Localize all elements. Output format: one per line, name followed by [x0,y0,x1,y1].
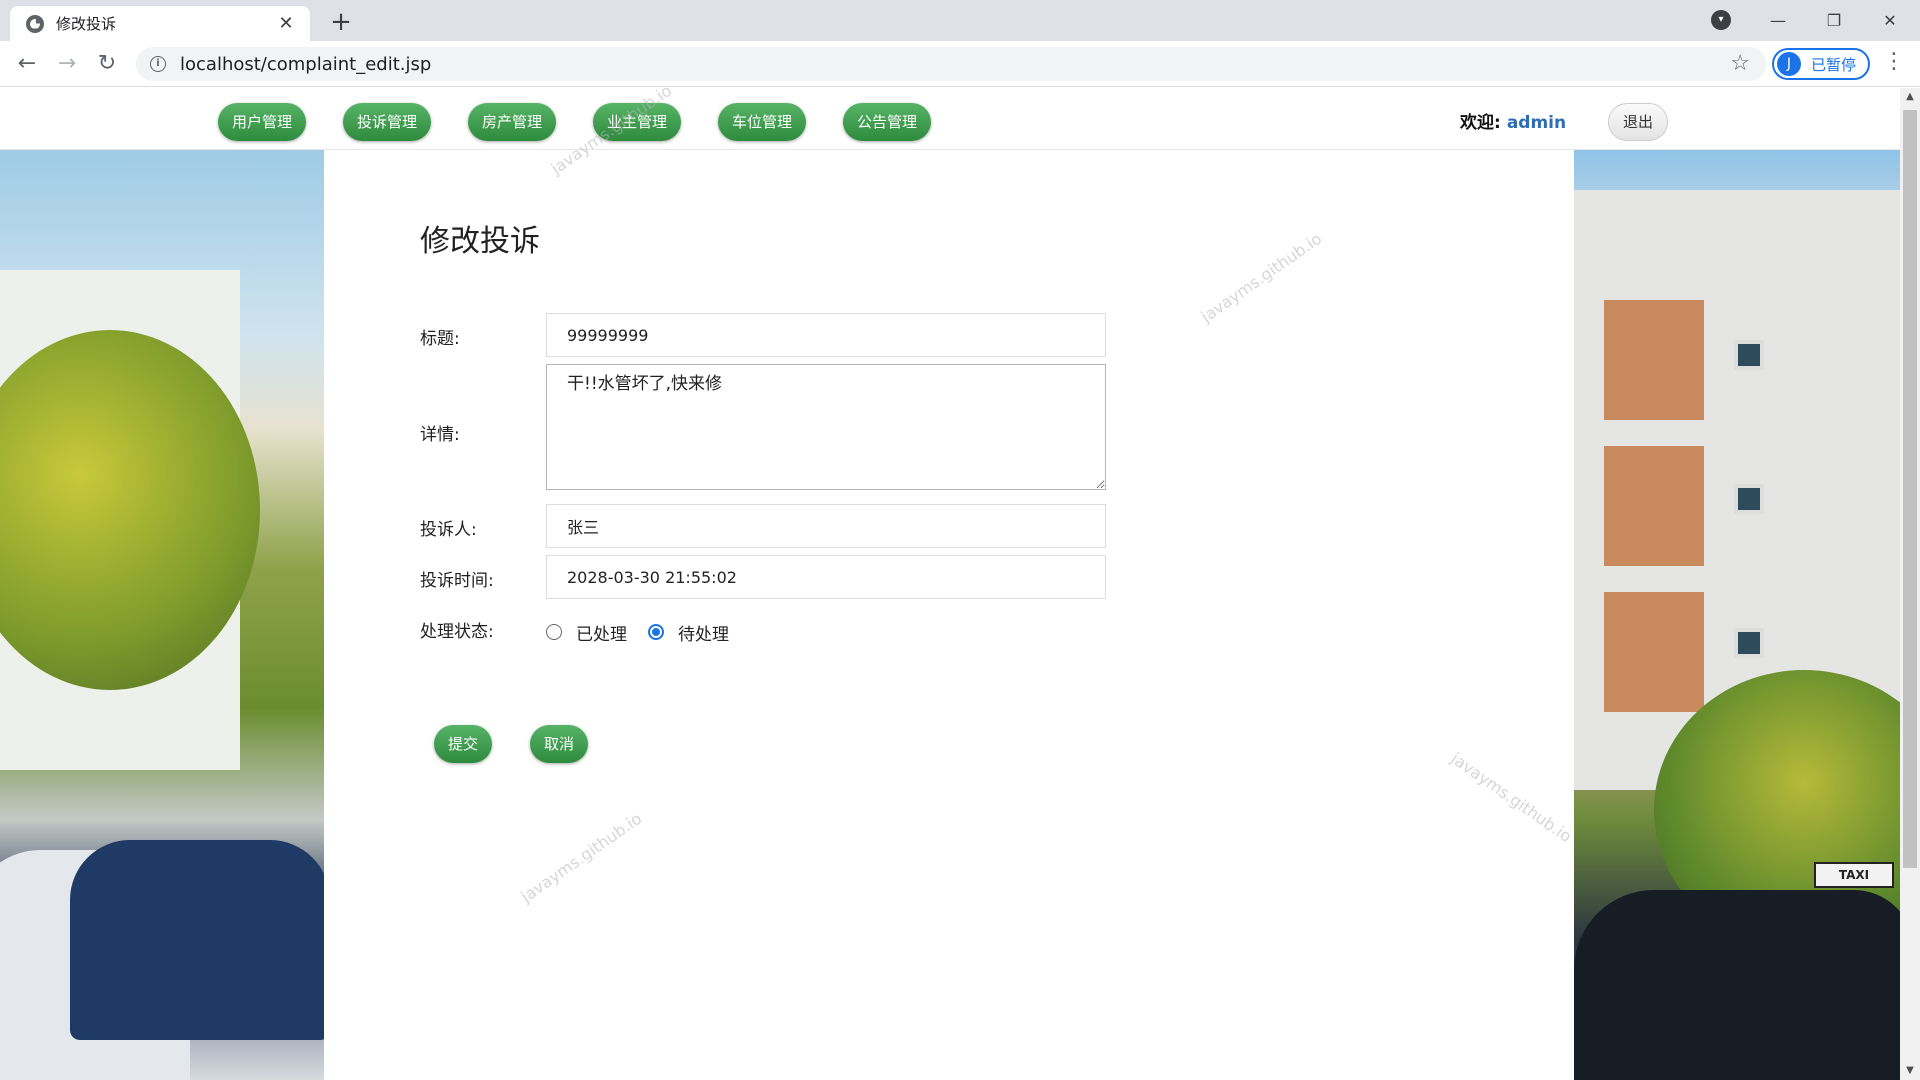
site-info-icon[interactable]: i [150,56,166,72]
menu-user-management[interactable]: 用户管理 [218,103,306,141]
tab-search-icon[interactable]: ▾ [1711,10,1731,30]
cancel-button[interactable]: 取消 [530,725,588,763]
welcome-label: 欢迎: [1460,113,1501,133]
address-bar[interactable]: i localhost/complaint_edit.jsp ☆ [136,47,1766,81]
tab-close-icon[interactable]: ✕ [274,13,298,34]
scrollbar-thumb[interactable] [1903,110,1917,868]
title-input[interactable] [546,313,1106,357]
tab-title: 修改投诉 [56,15,117,33]
profile-button[interactable]: J 已暂停 [1772,48,1870,80]
more-menu-icon[interactable]: ⋮ [1882,49,1906,74]
back-arrow-icon[interactable]: ← [12,49,42,79]
minimize-button[interactable]: — [1750,0,1806,41]
menu-property-management[interactable]: 房产管理 [468,103,556,141]
profile-avatar: J [1777,52,1801,76]
detail-label: 详情: [420,425,460,445]
time-input[interactable] [546,555,1106,599]
background-photo-right: TAXI [1574,150,1900,1080]
complainant-input[interactable] [546,504,1106,548]
complainant-label: 投诉人: [420,520,477,540]
watermark: javayms.github.io [1447,748,1576,847]
scroll-down-icon[interactable]: ▼ [1900,1062,1920,1080]
background-photo-left [0,150,324,1080]
submit-button[interactable]: 提交 [434,725,492,763]
restore-button[interactable]: ❐ [1806,0,1862,41]
menu-notice-management[interactable]: 公告管理 [843,103,931,141]
title-label: 标题: [420,329,460,349]
taxi-sign: TAXI [1814,862,1894,888]
status-label: 处理状态: [420,622,494,642]
bookmark-star-icon[interactable]: ☆ [1730,51,1750,76]
globe-icon [26,14,44,33]
status-option-processed[interactable]: 已处理 [576,620,627,645]
time-label: 投诉时间: [420,571,494,591]
watermark: javayms.github.io [1197,228,1326,327]
forward-arrow-icon[interactable]: → [52,49,82,79]
page-viewport: TAXI 用户管理 投诉管理 房产管理 业主管理 车位管理 公告管理 欢迎: ad… [0,88,1900,1080]
username: admin [1506,113,1567,133]
window-close-button[interactable]: ✕ [1862,0,1918,41]
browser-tab-bar: 修改投诉 ✕ + ▾ — ❐ ✕ [0,0,1920,41]
top-nav: 用户管理 投诉管理 房产管理 业主管理 车位管理 公告管理 欢迎: admin 退… [0,88,1900,150]
status-radio-processed[interactable] [546,624,562,640]
menu-complaint-management[interactable]: 投诉管理 [343,103,431,141]
scroll-up-icon[interactable]: ▲ [1900,88,1920,106]
watermark: javayms.github.io [517,808,646,907]
browser-tab[interactable]: 修改投诉 ✕ [10,6,310,41]
welcome-text: 欢迎: admin [1460,108,1566,133]
new-tab-button[interactable]: + [326,7,356,37]
status-radio-pending[interactable] [648,624,664,640]
logout-button[interactable]: 退出 [1608,103,1668,141]
page-scrollbar[interactable]: ▲ ▼ [1900,88,1920,1080]
profile-status: 已暂停 [1811,55,1857,74]
detail-textarea[interactable]: 干!!水管坏了,快来修 [546,364,1106,490]
browser-toolbar: ← → ↻ i localhost/complaint_edit.jsp ☆ J… [0,41,1920,87]
menu-parking-management[interactable]: 车位管理 [718,103,806,141]
status-option-pending[interactable]: 待处理 [678,620,729,645]
reload-icon[interactable]: ↻ [92,49,122,79]
page-title: 修改投诉 [420,224,540,259]
url-text[interactable]: localhost/complaint_edit.jsp [180,54,431,75]
